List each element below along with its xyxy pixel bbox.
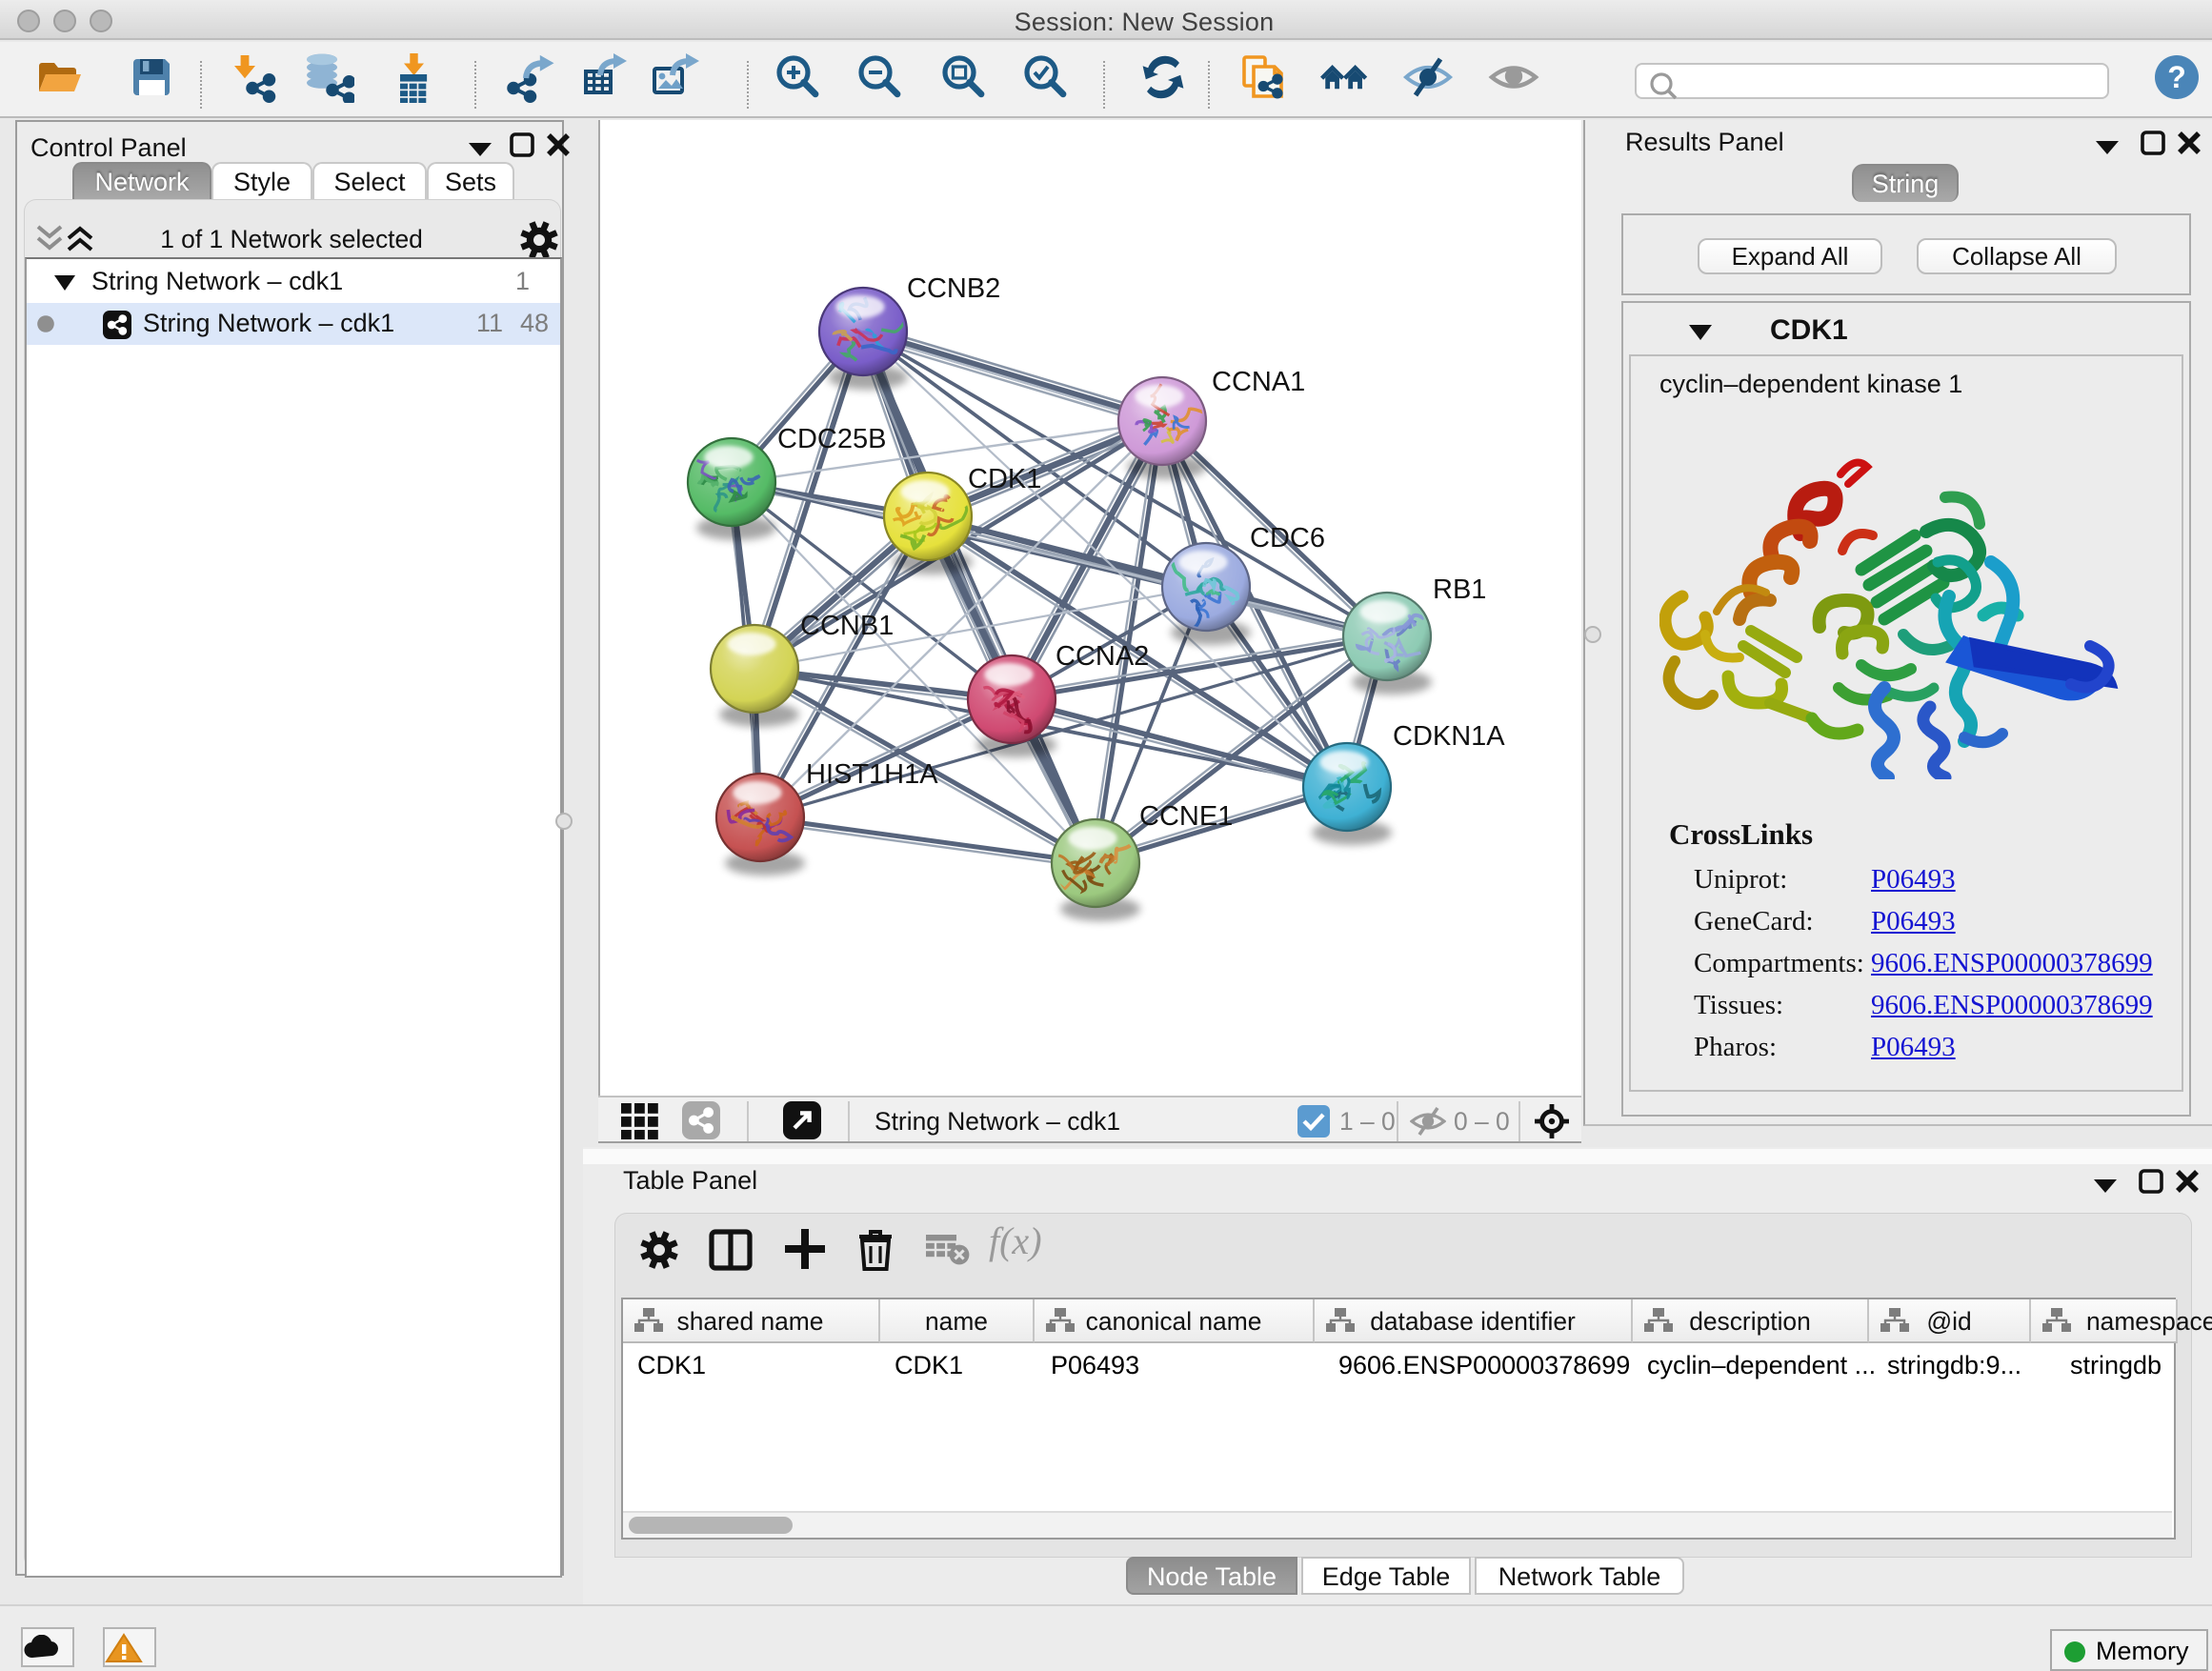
- svg-text:CDC25B: CDC25B: [777, 424, 886, 454]
- svg-text:CCNA1: CCNA1: [1212, 367, 1305, 397]
- svg-text:CDC6: CDC6: [1250, 523, 1325, 554]
- svg-text:CDK1: CDK1: [968, 464, 1041, 494]
- svg-text:CDKN1A: CDKN1A: [1393, 721, 1505, 752]
- svg-text:CCNB2: CCNB2: [907, 273, 1000, 304]
- svg-text:?: ?: [2167, 60, 2186, 94]
- svg-text:CCNA2: CCNA2: [1056, 641, 1149, 672]
- svg-text:CCNB1: CCNB1: [800, 611, 894, 641]
- svg-text:HIST1H1A: HIST1H1A: [806, 759, 938, 790]
- svg-text:RB1: RB1: [1433, 574, 1486, 605]
- svg-text:CCNE1: CCNE1: [1139, 801, 1233, 832]
